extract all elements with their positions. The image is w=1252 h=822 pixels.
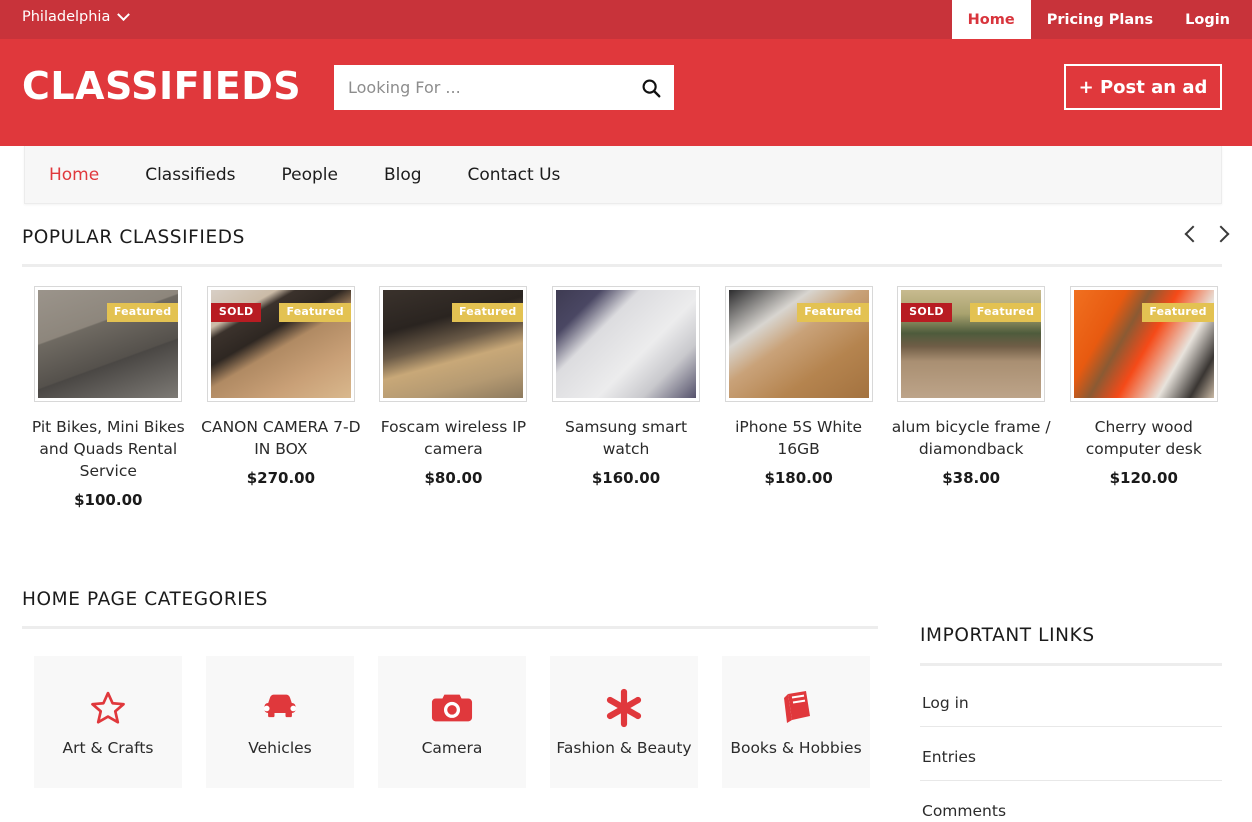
featured-badge: Featured: [797, 303, 869, 323]
card-thumbnail[interactable]: SOLD Featured: [206, 286, 355, 402]
sold-badge: SOLD: [210, 303, 262, 323]
card-thumbnail[interactable]: Featured: [34, 286, 183, 402]
featured-badge: Featured: [969, 303, 1042, 323]
classified-card[interactable]: Featured Pit Bikes, Mini Bikes and Quads…: [22, 286, 195, 509]
top-utility-bar: Philadelphia Home Pricing Plans Login: [0, 0, 1252, 39]
popular-classifieds-list: Featured Pit Bikes, Mini Bikes and Quads…: [22, 286, 1230, 509]
page-root: Philadelphia Home Pricing Plans Login CL…: [0, 0, 1252, 822]
category-label: Art & Crafts: [62, 738, 154, 757]
top-nav-item-login[interactable]: Login: [1169, 0, 1252, 39]
car-icon: [258, 686, 302, 730]
classified-card[interactable]: Featured iPhone 5S White 16GB $180.00: [712, 286, 885, 509]
camera-icon: [431, 686, 473, 730]
nav-item-contact-us[interactable]: Contact Us: [468, 165, 561, 185]
card-thumbnail[interactable]: Featured: [724, 286, 873, 402]
card-title: Samsung smart watch: [564, 418, 688, 458]
nav-item-classifieds[interactable]: Classifieds: [145, 165, 235, 185]
chevron-left-icon[interactable]: [1184, 228, 1199, 243]
city-selector[interactable]: Philadelphia: [22, 7, 131, 25]
classified-card[interactable]: Featured Cherry wood computer desk $120.…: [1057, 286, 1230, 509]
chevron-down-icon: [117, 7, 131, 21]
category-tile-vehicles[interactable]: Vehicles: [206, 656, 354, 788]
chevron-right-icon[interactable]: [1215, 228, 1230, 243]
top-nav: Home Pricing Plans Login: [951, 0, 1252, 39]
card-thumbnail[interactable]: Featured: [379, 286, 528, 402]
search-box: [334, 65, 674, 110]
product-image: [556, 290, 697, 398]
card-thumbnail[interactable]: SOLD Featured: [897, 286, 1046, 402]
nav-item-home[interactable]: Home: [49, 165, 99, 185]
card-thumbnail[interactable]: Featured: [1069, 286, 1218, 402]
featured-badge: Featured: [106, 303, 179, 323]
category-label: Vehicles: [248, 738, 312, 757]
sold-badge: SOLD: [901, 303, 952, 323]
category-grid: Art & Crafts Vehicles Camera Fashion & B…: [34, 656, 870, 788]
sidebar-link-log-in[interactable]: Log in: [920, 666, 1222, 727]
nav-item-people[interactable]: People: [281, 165, 337, 185]
card-price: $80.00: [424, 469, 483, 487]
search-icon: [642, 79, 661, 97]
featured-badge: Featured: [1142, 303, 1214, 323]
featured-badge: Featured: [279, 303, 351, 323]
category-label: Camera: [421, 738, 483, 757]
book-icon: [776, 686, 816, 730]
category-tile-fashion-beauty[interactable]: Fashion & Beauty: [550, 656, 698, 788]
post-an-ad-button[interactable]: + Post an ad: [1064, 64, 1222, 110]
city-label: Philadelphia: [22, 9, 111, 25]
popular-section-divider: [22, 264, 1222, 267]
card-price: $160.00: [591, 469, 661, 487]
classified-card[interactable]: Featured Foscam wireless IP camera $80.0…: [367, 286, 540, 509]
top-nav-item-pricing-plans[interactable]: Pricing Plans: [1031, 0, 1169, 39]
main-nav: Home Classifieds People Blog Contact Us: [24, 146, 1222, 204]
classified-card[interactable]: Samsung smart watch $160.00: [540, 286, 713, 509]
star-icon: [88, 686, 128, 730]
featured-badge: Featured: [452, 303, 524, 323]
card-price: $270.00: [246, 469, 316, 487]
card-title: Cherry wood computer desk: [1085, 418, 1202, 458]
category-tile-art-crafts[interactable]: Art & Crafts: [34, 656, 182, 788]
categories-section-divider: [22, 626, 878, 629]
site-logo[interactable]: CLASSIFIEDS: [22, 64, 301, 108]
nav-item-blog[interactable]: Blog: [384, 165, 422, 185]
card-thumbnail[interactable]: [552, 286, 701, 402]
carousel-controls: [1184, 228, 1230, 243]
card-price: $180.00: [764, 469, 833, 487]
card-title: CANON CAMERA 7-D IN BOX: [201, 418, 361, 458]
popular-classifieds-title: POPULAR CLASSIFIEDS: [22, 227, 245, 248]
card-price: $100.00: [74, 491, 143, 509]
category-tile-books-hobbies[interactable]: Books & Hobbies: [722, 656, 870, 788]
card-price: $38.00: [942, 469, 1001, 487]
classified-card[interactable]: SOLD Featured CANON CAMERA 7-D IN BOX $2…: [195, 286, 368, 509]
home-page-categories-title: HOME PAGE CATEGORIES: [22, 589, 268, 610]
card-price: $120.00: [1109, 469, 1178, 487]
card-title: Pit Bikes, Mini Bikes and Quads Rental S…: [31, 418, 185, 480]
top-nav-item-home[interactable]: Home: [951, 0, 1031, 39]
search-button[interactable]: [628, 65, 674, 110]
search-input[interactable]: [334, 65, 628, 110]
card-title: Foscam wireless IP camera: [380, 418, 527, 458]
category-tile-camera[interactable]: Camera: [378, 656, 526, 788]
classified-card[interactable]: SOLD Featured alum bicycle frame / diamo…: [885, 286, 1058, 509]
asterisk-icon: [604, 686, 644, 730]
sidebar-link-entries[interactable]: Entries: [920, 727, 1222, 781]
card-title: iPhone 5S White 16GB: [735, 418, 863, 458]
card-title: alum bicycle frame / diamondback: [891, 418, 1051, 458]
category-label: Fashion & Beauty: [556, 738, 692, 757]
important-links-title: IMPORTANT LINKS: [920, 625, 1095, 646]
category-label: Books & Hobbies: [730, 738, 862, 757]
site-header: CLASSIFIEDS + Post an ad: [0, 39, 1252, 146]
sidebar-link-comments[interactable]: Comments: [920, 781, 1222, 822]
important-links-widget: IMPORTANT LINKS Log in Entries Comments: [920, 625, 1222, 822]
